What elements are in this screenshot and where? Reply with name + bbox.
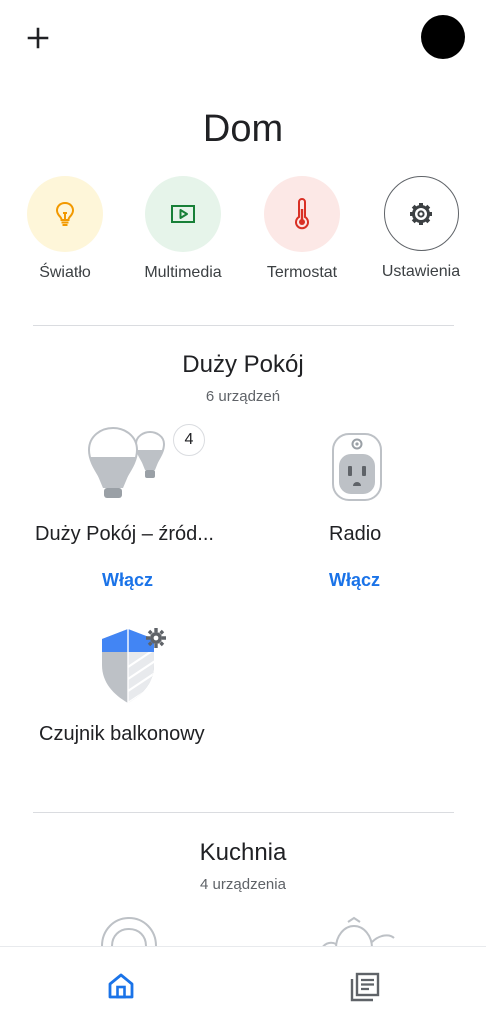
divider bbox=[33, 325, 454, 326]
add-button[interactable] bbox=[22, 22, 54, 54]
light-group-icon bbox=[87, 426, 166, 498]
room-title[interactable]: Kuchnia bbox=[0, 839, 486, 867]
divider bbox=[33, 812, 454, 813]
quick-action-label: Multimedia bbox=[144, 264, 222, 281]
quick-action-label: Termostat bbox=[266, 264, 338, 281]
quick-action-label: Światło bbox=[39, 264, 91, 281]
home-icon bbox=[108, 973, 134, 999]
device-tile-partial[interactable] bbox=[318, 914, 398, 948]
device-tile-sensor[interactable] bbox=[98, 625, 170, 707]
gear-icon bbox=[410, 202, 432, 225]
page-title: Dom bbox=[202, 108, 284, 150]
plus-icon bbox=[27, 27, 49, 49]
account-avatar[interactable] bbox=[421, 15, 465, 59]
quick-action-media[interactable]: Multimedia bbox=[124, 176, 242, 282]
quick-action-label: Ustawienia bbox=[381, 263, 461, 280]
device-name: Czujnik balkonowy bbox=[39, 723, 205, 745]
bottom-navigation bbox=[0, 946, 486, 1024]
settings-circle bbox=[383, 176, 459, 251]
nav-home[interactable] bbox=[106, 971, 136, 1001]
device-name: Duży Pokój – źród... bbox=[35, 523, 214, 545]
lightbulb-icon bbox=[55, 201, 75, 226]
media-circle bbox=[145, 176, 221, 252]
lights-circle bbox=[27, 176, 103, 252]
feed-icon bbox=[350, 972, 380, 1002]
room-title[interactable]: Duży Pokój bbox=[0, 351, 486, 379]
play-icon bbox=[171, 205, 195, 223]
kettle-icon bbox=[321, 916, 395, 948]
quick-action-settings[interactable]: Ustawienia bbox=[362, 176, 480, 281]
device-name: Radio bbox=[329, 523, 382, 545]
device-count-badge: 4 bbox=[173, 424, 205, 456]
light-icon bbox=[101, 916, 157, 947]
quick-action-thermostat[interactable]: Termostat bbox=[243, 176, 361, 282]
quick-action-lights[interactable]: Światło bbox=[6, 176, 124, 282]
turn-on-button[interactable]: Włącz bbox=[102, 570, 153, 591]
device-tile-partial[interactable] bbox=[98, 912, 160, 948]
security-sensor-icon bbox=[102, 628, 166, 703]
room-device-count: 4 urządzenia bbox=[200, 876, 286, 893]
smart-plug-icon bbox=[332, 433, 382, 501]
device-tile-radio[interactable] bbox=[331, 432, 383, 502]
room-device-count: 6 urządzeń bbox=[205, 388, 281, 405]
nav-feed[interactable] bbox=[349, 971, 381, 1003]
turn-on-button[interactable]: Włącz bbox=[329, 570, 380, 591]
device-tile-lights[interactable] bbox=[86, 426, 178, 500]
thermostat-circle bbox=[264, 176, 340, 252]
thermometer-icon bbox=[295, 198, 309, 230]
